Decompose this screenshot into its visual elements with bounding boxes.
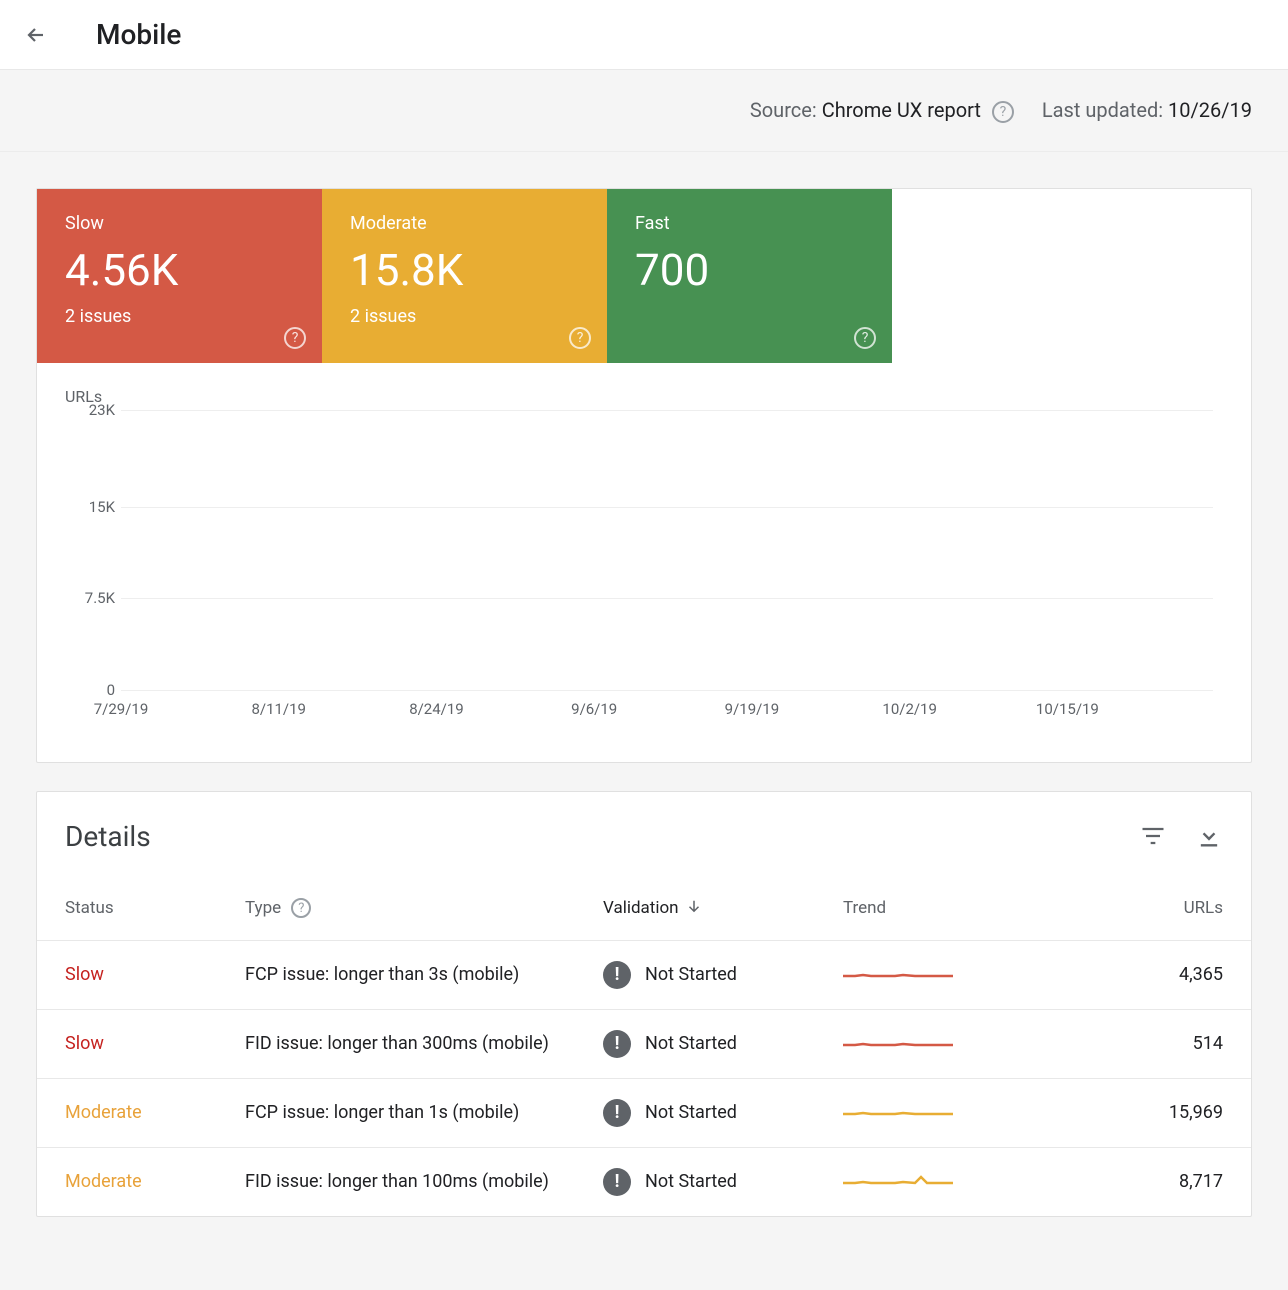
sort-descending-icon bbox=[685, 897, 703, 920]
chart-plot-area: 07.5K15K23K bbox=[121, 410, 1213, 690]
chart-y-tick: 7.5K bbox=[65, 589, 115, 607]
table-row[interactable]: ModerateFID issue: longer than 100ms (mo… bbox=[37, 1147, 1251, 1216]
help-icon[interactable]: ? bbox=[992, 101, 1014, 123]
chart-y-tick: 15K bbox=[65, 498, 115, 516]
row-validation: ! Not Started bbox=[603, 1030, 843, 1058]
col-urls: URLs bbox=[1063, 898, 1223, 918]
alert-icon: ! bbox=[603, 961, 631, 989]
summary-slow[interactable]: Slow 4.56K 2 issues ? bbox=[37, 189, 322, 363]
filter-icon[interactable] bbox=[1139, 822, 1167, 850]
row-type: FID issue: longer than 100ms (mobile) bbox=[245, 1171, 603, 1192]
row-trend bbox=[843, 1172, 1063, 1192]
row-urls: 15,969 bbox=[1063, 1102, 1223, 1123]
alert-icon: ! bbox=[603, 1099, 631, 1127]
help-icon[interactable]: ? bbox=[854, 327, 876, 349]
chart-x-tick: 9/19/19 bbox=[725, 700, 780, 718]
alert-icon: ! bbox=[603, 1168, 631, 1196]
chart-x-tick: 10/2/19 bbox=[882, 700, 937, 718]
row-status: Moderate bbox=[65, 1102, 245, 1123]
chart-x-tick: 8/24/19 bbox=[409, 700, 464, 718]
source-label: Source: bbox=[750, 98, 817, 122]
table-header: Status Type ? Validation Trend URLs bbox=[37, 877, 1251, 940]
summary-slow-value: 4.56K bbox=[65, 244, 294, 296]
row-validation-text: Not Started bbox=[645, 1102, 737, 1123]
table-row[interactable]: SlowFID issue: longer than 300ms (mobile… bbox=[37, 1009, 1251, 1078]
col-status: Status bbox=[65, 898, 245, 918]
summary-fast-label: Fast bbox=[635, 213, 864, 234]
chart-x-tick: 10/15/19 bbox=[1036, 700, 1099, 718]
help-icon[interactable]: ? bbox=[569, 327, 591, 349]
chart-bars bbox=[121, 410, 1213, 690]
summary-row: Slow 4.56K 2 issues ? Moderate 15.8K 2 i… bbox=[37, 189, 1251, 363]
row-urls: 4,365 bbox=[1063, 964, 1223, 985]
row-urls: 8,717 bbox=[1063, 1171, 1223, 1192]
col-type-label: Type bbox=[245, 898, 281, 918]
chart-gridline bbox=[121, 690, 1213, 691]
table-row[interactable]: SlowFCP issue: longer than 3s (mobile)! N… bbox=[37, 940, 1251, 1009]
summary-slow-issues: 2 issues bbox=[65, 306, 294, 327]
chart-x-tick: 8/11/19 bbox=[251, 700, 306, 718]
help-icon[interactable]: ? bbox=[291, 898, 311, 918]
details-title: Details bbox=[65, 820, 151, 853]
updated-label: Last updated: bbox=[1042, 98, 1163, 122]
col-trend: Trend bbox=[843, 898, 1063, 918]
summary-moderate-label: Moderate bbox=[350, 213, 579, 234]
row-trend bbox=[843, 1103, 1063, 1123]
row-validation-text: Not Started bbox=[645, 964, 737, 985]
row-validation-text: Not Started bbox=[645, 1033, 737, 1054]
source-value: Chrome UX report bbox=[822, 98, 981, 122]
row-trend bbox=[843, 965, 1063, 985]
updated-value: 10/26/19 bbox=[1168, 98, 1252, 122]
chart-y-tick: 0 bbox=[65, 681, 115, 699]
chart-x-tick: 9/6/19 bbox=[571, 700, 617, 718]
alert-icon: ! bbox=[603, 1030, 631, 1058]
page-title: Mobile bbox=[96, 18, 181, 51]
source-block: Source: Chrome UX report ? bbox=[750, 98, 1014, 123]
row-trend bbox=[843, 1034, 1063, 1054]
row-validation: ! Not Started bbox=[603, 1168, 843, 1196]
table-row[interactable]: ModerateFCP issue: longer than 1s (mobil… bbox=[37, 1078, 1251, 1147]
summary-moderate-issues: 2 issues bbox=[350, 306, 579, 327]
col-type: Type ? bbox=[245, 898, 603, 919]
chart: URLs 07.5K15K23K 7/29/198/11/198/24/199/… bbox=[37, 363, 1251, 762]
summary-fast[interactable]: Fast 700 ? bbox=[607, 189, 892, 363]
row-type: FCP issue: longer than 3s (mobile) bbox=[245, 964, 603, 985]
summary-moderate-value: 15.8K bbox=[350, 244, 579, 296]
row-status: Slow bbox=[65, 964, 245, 985]
row-urls: 514 bbox=[1063, 1033, 1223, 1054]
top-bar: Mobile bbox=[0, 0, 1288, 70]
row-type: FCP issue: longer than 1s (mobile) bbox=[245, 1102, 603, 1123]
chart-x-axis: 7/29/198/11/198/24/199/6/199/19/1910/2/1… bbox=[121, 696, 1213, 726]
download-icon[interactable] bbox=[1195, 822, 1223, 850]
col-validation[interactable]: Validation bbox=[603, 897, 843, 920]
row-validation-text: Not Started bbox=[645, 1171, 737, 1192]
chart-card: Slow 4.56K 2 issues ? Moderate 15.8K 2 i… bbox=[36, 188, 1252, 763]
col-validation-label: Validation bbox=[603, 898, 679, 918]
row-validation: ! Not Started bbox=[603, 961, 843, 989]
chart-x-tick: 7/29/19 bbox=[94, 700, 149, 718]
details-table-body: SlowFCP issue: longer than 3s (mobile)!N… bbox=[37, 940, 1251, 1216]
row-type: FID issue: longer than 300ms (mobile) bbox=[245, 1033, 603, 1054]
updated-block: Last updated: 10/26/19 bbox=[1042, 98, 1252, 122]
back-arrow-icon[interactable] bbox=[24, 23, 48, 47]
row-status: Moderate bbox=[65, 1171, 245, 1192]
details-card: Details Status Type ? Validation bbox=[36, 791, 1252, 1217]
row-status: Slow bbox=[65, 1033, 245, 1054]
row-validation: ! Not Started bbox=[603, 1099, 843, 1127]
chart-y-tick: 23K bbox=[65, 401, 115, 419]
summary-slow-label: Slow bbox=[65, 213, 294, 234]
chart-y-axis-label: URLs bbox=[65, 387, 1223, 406]
summary-fast-value: 700 bbox=[635, 244, 864, 296]
meta-row: Source: Chrome UX report ? Last updated:… bbox=[0, 70, 1288, 152]
help-icon[interactable]: ? bbox=[284, 327, 306, 349]
summary-moderate[interactable]: Moderate 15.8K 2 issues ? bbox=[322, 189, 607, 363]
